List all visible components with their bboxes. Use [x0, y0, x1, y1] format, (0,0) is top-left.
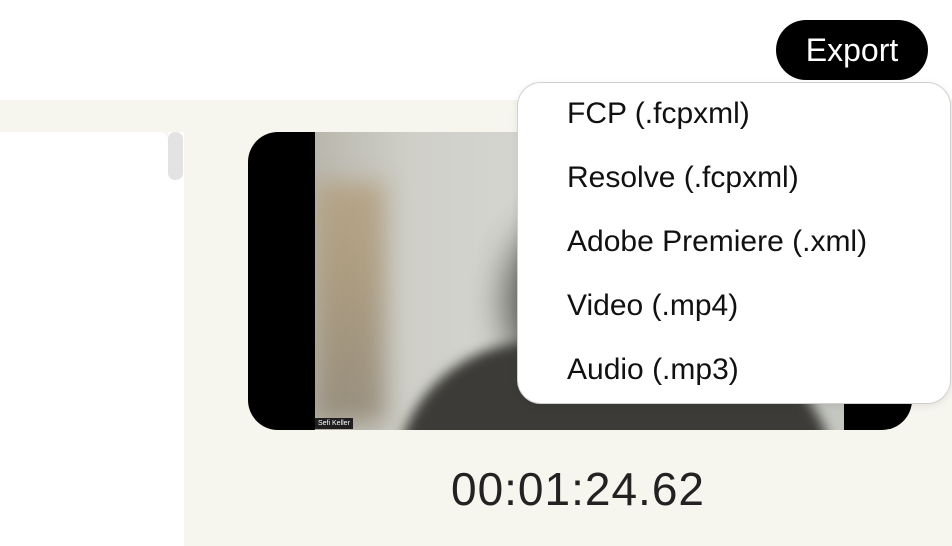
export-option-resolve[interactable]: Resolve (.fcpxml)	[567, 161, 799, 195]
export-option-video[interactable]: Video (.mp4)	[567, 289, 738, 323]
playback-timecode: 00:01:24.62	[450, 463, 705, 515]
scrollbar-thumb[interactable]	[168, 132, 183, 180]
export-option-premiere[interactable]: Adobe Premiere (.xml)	[567, 225, 867, 259]
transcript-panel	[0, 132, 168, 546]
export-option-fcp[interactable]: FCP (.fcpxml)	[567, 97, 750, 131]
video-background-shelf	[315, 182, 385, 422]
export-option-audio[interactable]: Audio (.mp3)	[567, 353, 739, 387]
export-dropdown-menu: FCP (.fcpxml) Resolve (.fcpxml) Adobe Pr…	[517, 82, 951, 404]
scrollbar-track	[168, 132, 184, 546]
speaker-name-tag: Sefi Keller	[315, 418, 353, 429]
export-button[interactable]: Export	[776, 20, 928, 80]
editor-page: Export Sefi Keller 00:01:24.62 FCP (.fcp…	[0, 0, 952, 546]
